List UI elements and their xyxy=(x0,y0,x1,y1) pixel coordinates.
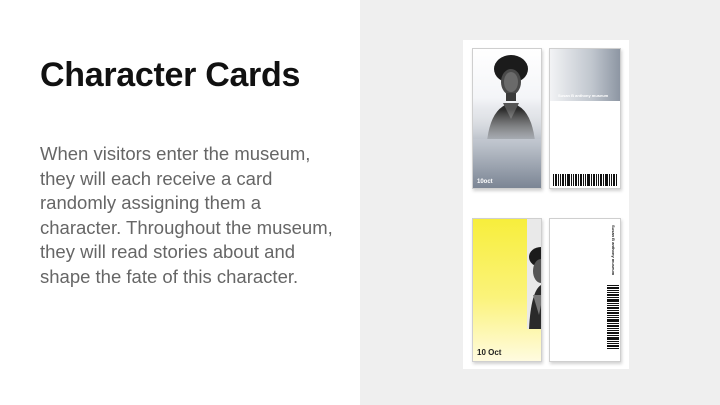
museum-label: Susan B anthony museum xyxy=(611,225,616,276)
card-date-label: 10 Oct xyxy=(477,348,502,357)
barcode-image xyxy=(607,285,619,349)
slide-body-text: When visitors enter the museum, they wil… xyxy=(40,143,333,287)
barcode-image xyxy=(553,174,617,186)
card-date-label: 10oct xyxy=(477,179,493,185)
museum-label: Susan B anthony museum xyxy=(558,93,609,98)
portrait-image xyxy=(527,219,541,329)
portrait-image xyxy=(473,55,541,139)
card-back-grey: Susan B anthony museum xyxy=(549,48,621,189)
slide-title: Character Cards xyxy=(40,56,301,94)
card-back-white: Susan B anthony museum xyxy=(549,218,621,362)
card-front-yellow: 10 Oct xyxy=(472,218,542,362)
card-front-grey: 10oct xyxy=(472,48,542,189)
